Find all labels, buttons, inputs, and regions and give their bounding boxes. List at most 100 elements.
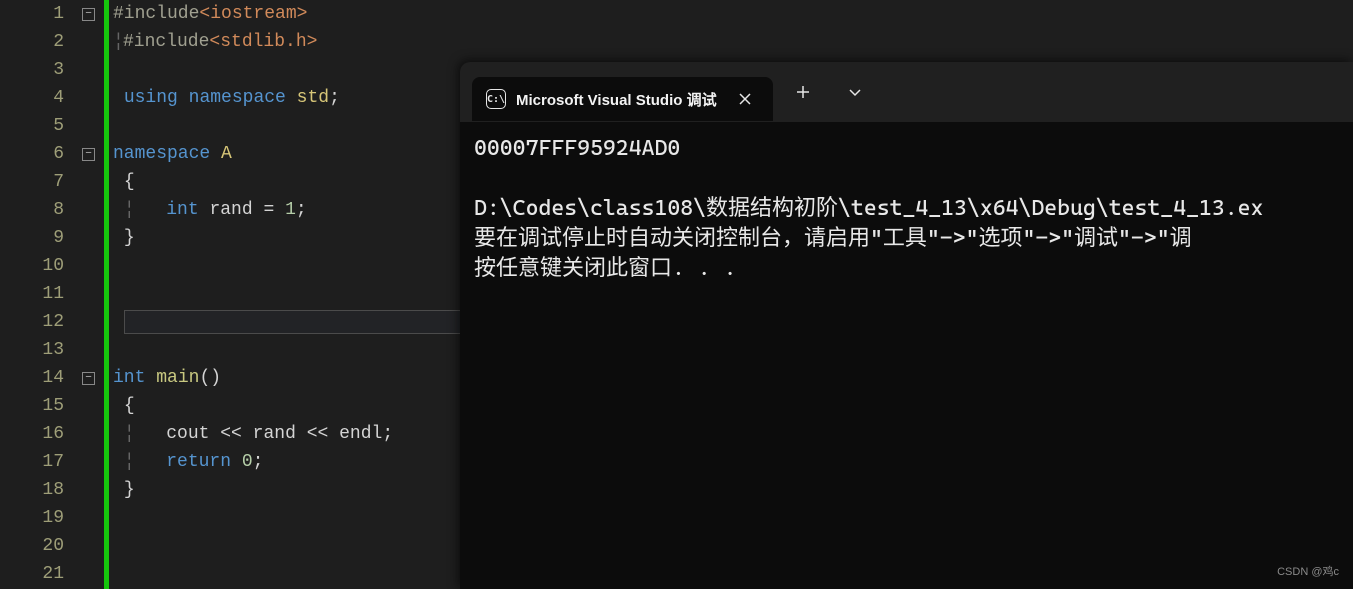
- operator: <<: [220, 424, 242, 444]
- code-line[interactable]: [113, 56, 460, 84]
- number: 0: [242, 452, 253, 472]
- code-area[interactable]: #include<iostream> ¦#include<stdlib.h> u…: [109, 0, 460, 589]
- code-line[interactable]: ¦ return 0;: [113, 448, 460, 476]
- keyword: int: [113, 368, 145, 388]
- line-number: 1: [0, 0, 64, 28]
- indent-guide: ¦: [124, 196, 134, 224]
- code-line[interactable]: }: [113, 476, 460, 504]
- code-line[interactable]: namespace A: [113, 140, 460, 168]
- line-number: 6: [0, 140, 64, 168]
- identifier: endl: [339, 424, 382, 444]
- code-line[interactable]: }: [113, 224, 460, 252]
- line-number: 9: [0, 224, 64, 252]
- brace: }: [124, 480, 135, 500]
- indent-guide: ¦: [113, 28, 123, 56]
- indent-guide: ¦: [124, 420, 134, 448]
- code-line[interactable]: ¦ int rand = 1;: [113, 196, 460, 224]
- preprocessor: #include: [123, 32, 209, 52]
- keyword: namespace: [189, 88, 286, 108]
- function-name: main: [156, 368, 199, 388]
- terminal-tab-title: Microsoft Visual Studio 调试: [516, 89, 717, 110]
- code-line[interactable]: ¦#include<stdlib.h>: [113, 28, 460, 56]
- code-line[interactable]: {: [113, 168, 460, 196]
- debug-console-window[interactable]: C:\ Microsoft Visual Studio 调试 00007FFF9…: [460, 62, 1353, 589]
- code-line[interactable]: [113, 112, 460, 140]
- close-tab-button[interactable]: [731, 85, 759, 113]
- punct: ;: [329, 88, 340, 108]
- code-line[interactable]: [113, 504, 460, 532]
- line-number: 19: [0, 504, 64, 532]
- number: 1: [285, 200, 296, 220]
- line-number: 11: [0, 280, 64, 308]
- identifier: std: [297, 88, 329, 108]
- punct: ;: [382, 424, 393, 444]
- output-line: 00007FFF95924AD0: [474, 136, 680, 161]
- close-icon: [738, 92, 752, 106]
- line-number: 20: [0, 532, 64, 560]
- line-number: 14: [0, 364, 64, 392]
- code-line[interactable]: int main(): [113, 364, 460, 392]
- code-line[interactable]: [113, 336, 460, 364]
- line-number: 10: [0, 252, 64, 280]
- code-line[interactable]: [113, 280, 460, 308]
- line-number: 15: [0, 392, 64, 420]
- preprocessor: #include: [113, 4, 199, 24]
- code-line[interactable]: using namespace std;: [113, 84, 460, 112]
- line-number-gutter: 123456789101112131415161718192021: [0, 0, 78, 589]
- chevron-down-icon: [848, 85, 862, 99]
- line-number: 7: [0, 168, 64, 196]
- terminal-titlebar[interactable]: C:\ Microsoft Visual Studio 调试: [460, 62, 1353, 122]
- include-target: <stdlib.h>: [209, 32, 317, 52]
- identifier: rand: [209, 200, 252, 220]
- keyword: return: [166, 452, 231, 472]
- terminal-icon: C:\: [486, 89, 506, 109]
- line-number: 12: [0, 308, 64, 336]
- code-line[interactable]: {: [113, 392, 460, 420]
- watermark: CSDN @鸡c: [1277, 563, 1339, 579]
- code-line[interactable]: [113, 560, 460, 588]
- code-line[interactable]: [113, 532, 460, 560]
- output-line: D:\Codes\class108\数据结构初阶\test_4_13\x64\D…: [474, 196, 1263, 221]
- operator: =: [263, 200, 274, 220]
- output-line: 要在调试停止时自动关闭控制台，请启用"工具"->"选项"->"调试"->"调: [474, 226, 1192, 251]
- keyword: namespace: [113, 144, 210, 164]
- tab-dropdown-button[interactable]: [833, 70, 877, 114]
- punct: ;: [253, 452, 264, 472]
- include-target: <iostream>: [199, 4, 307, 24]
- indent-guide: ¦: [124, 448, 134, 476]
- brace: {: [124, 396, 135, 416]
- line-number: 3: [0, 56, 64, 84]
- code-line[interactable]: [113, 252, 460, 280]
- code-line[interactable]: ¦ cout << rand << endl;: [113, 420, 460, 448]
- brace: }: [124, 228, 135, 248]
- keyword: int: [166, 200, 198, 220]
- fold-toggle[interactable]: −: [82, 148, 95, 161]
- namespace-name: A: [221, 144, 232, 164]
- line-number: 17: [0, 448, 64, 476]
- line-number: 18: [0, 476, 64, 504]
- output-line: 按任意键关闭此窗口. . .: [474, 256, 736, 281]
- line-number: 4: [0, 84, 64, 112]
- line-number: 21: [0, 560, 64, 588]
- new-tab-button[interactable]: [781, 70, 825, 114]
- line-number: 5: [0, 112, 64, 140]
- fold-toggle[interactable]: −: [82, 372, 95, 385]
- code-line[interactable]: #include<iostream>: [113, 0, 460, 28]
- parens: (): [199, 368, 221, 388]
- identifier: rand: [253, 424, 296, 444]
- code-editor[interactable]: 123456789101112131415161718192021 −−− #i…: [0, 0, 460, 589]
- fold-toggle[interactable]: −: [82, 8, 95, 21]
- terminal-output[interactable]: 00007FFF95924AD0 D:\Codes\class108\数据结构初…: [460, 122, 1353, 589]
- plus-icon: [795, 84, 811, 100]
- line-number: 16: [0, 420, 64, 448]
- terminal-tab[interactable]: C:\ Microsoft Visual Studio 调试: [472, 77, 773, 121]
- operator: <<: [307, 424, 329, 444]
- line-number: 8: [0, 196, 64, 224]
- line-number: 2: [0, 28, 64, 56]
- punct: ;: [296, 200, 307, 220]
- brace: {: [124, 172, 135, 192]
- fold-column: − − −: [78, 0, 104, 589]
- line-number: 13: [0, 336, 64, 364]
- identifier: cout: [166, 424, 209, 444]
- keyword: using: [124, 88, 178, 108]
